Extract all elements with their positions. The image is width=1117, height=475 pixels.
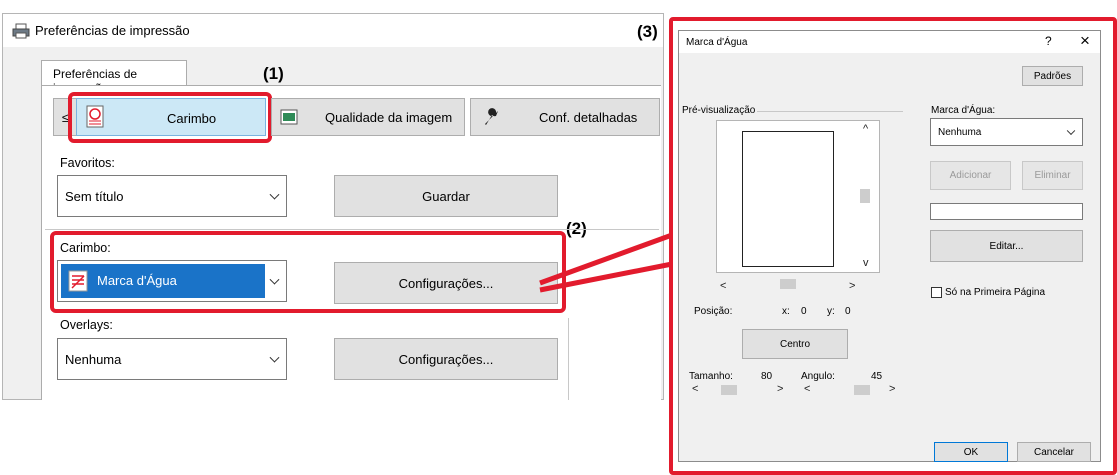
highlight-3 — [669, 17, 1117, 475]
